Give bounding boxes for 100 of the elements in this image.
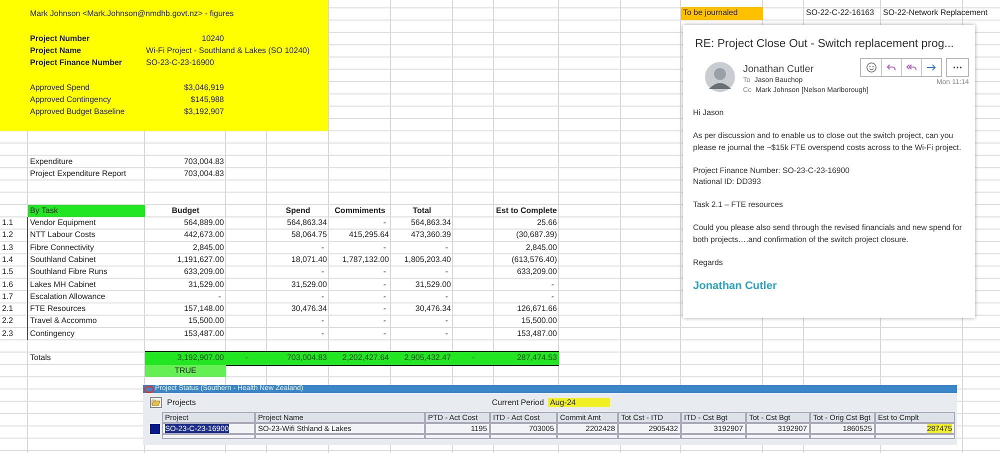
row-number: 1.3 <box>0 242 28 254</box>
current-record-marker[interactable] <box>150 424 160 434</box>
table-cell-text: (30,687.39) <box>515 229 558 242</box>
table-cell-text: - <box>320 315 325 328</box>
field-label: Project Name <box>29 44 82 57</box>
table-cell-text: - <box>550 290 555 303</box>
table-cell-text: - <box>444 315 449 328</box>
check-cell: TRUE <box>145 364 226 377</box>
table-cell-text: Fibre Connectivity <box>29 242 96 254</box>
table-cell-text: 442,673.00 <box>182 229 225 242</box>
table-cell-text: FTE Resources <box>29 303 87 316</box>
table-cell-text: Southland Cabinet <box>29 254 97 266</box>
table-cell-text: - <box>320 290 325 303</box>
column-header: Spend <box>284 204 312 217</box>
amount-label: Approved Budget Baseline <box>29 106 126 118</box>
period-label: Current Period <box>492 398 544 407</box>
row-number: 2.3 <box>0 328 28 340</box>
table-cell-text: 2,202,427.64 <box>341 352 390 364</box>
column-header: Total <box>412 204 432 217</box>
table-cell-text: 31,529.00 <box>187 278 225 291</box>
field-label: Project Finance Number <box>29 57 124 70</box>
table-cell-text: - <box>244 352 249 364</box>
table-cell-text: 703,004.83 <box>286 352 328 364</box>
table-cell-text: 703,004.83 <box>182 156 225 168</box>
table-cell-text: Contingency <box>29 328 76 340</box>
table-cell-text: Travel & Accommo <box>29 315 98 328</box>
table-cell-text: - <box>444 242 449 254</box>
table-cell-text: 153,487.00 <box>182 328 225 340</box>
table-cell-text: SO-22-Network Replacement <box>882 7 988 20</box>
table-cell-text: - <box>382 303 387 316</box>
table-cell-text: - <box>444 328 449 340</box>
amount-value: $145,988 <box>190 94 225 106</box>
forward-icon <box>926 62 937 73</box>
table-cell-text: 31,529.00 <box>414 278 452 291</box>
table-cell-text: - <box>320 328 325 340</box>
column-header: Est to Complete <box>495 204 558 217</box>
table-cell-text: 633,209.00 <box>516 266 558 278</box>
amount-value: $3,046,919 <box>182 82 225 94</box>
table-cell-text: SO-22-C-22-16163 <box>805 7 876 20</box>
reply-all-icon <box>906 62 917 73</box>
header-title: Mark Johnson <Mark.Johnson@nmdhb.govt.nz> - figures <box>29 8 235 20</box>
table-cell-text: - <box>382 242 387 254</box>
table-cell-text: 564,889.00 <box>182 217 225 230</box>
table-cell-text: 415,295.64 <box>348 229 390 242</box>
table-cell-text: - <box>382 328 387 340</box>
table-cell-text: 31,529.00 <box>290 278 328 291</box>
avatar-icon <box>705 62 735 92</box>
table-cell-text: - <box>382 290 387 303</box>
field-label: Project Number <box>29 32 91 45</box>
field-value: Wi-Fi Project - Southland & Lakes (SO 10240) <box>145 44 311 57</box>
table-cell-text: - <box>471 352 476 364</box>
row-number: 2.2 <box>0 315 28 328</box>
table-cell-text: 30,476.34 <box>414 303 452 316</box>
table-cell-text: 157,148.00 <box>182 303 225 316</box>
table-cell-text: - <box>217 290 222 303</box>
row-label: Expenditure <box>29 156 74 168</box>
field-value: SO-23-C-23-16900 <box>145 57 216 70</box>
table-cell-text: 2,845.00 <box>192 242 225 254</box>
column-header: By Task <box>28 204 145 218</box>
row-label: Totals <box>29 352 52 364</box>
table-cell-text: Lakes MH Cabinet <box>29 278 97 291</box>
table-cell-text: 3,192,907.00 <box>176 352 225 364</box>
table-cell-text: - <box>444 266 449 278</box>
email-subject: RE: Project Close Out - Switch replacement prog... <box>694 37 955 50</box>
sender-name: Jonathan Cutler <box>743 64 815 76</box>
table-cell-text: 30,476.34 <box>290 303 328 316</box>
column-header: Commiments <box>334 204 386 217</box>
table-cell-text: 126,671.66 <box>516 303 558 316</box>
table-cell-text: - <box>320 266 325 278</box>
table-cell-text: - <box>320 242 325 254</box>
table-cell-text: 25.66 <box>536 217 558 230</box>
table-cell-text: 15,500.00 <box>520 315 558 328</box>
table-cell-text: 473,360.39 <box>410 229 452 242</box>
table-cell-text: 58,064.75 <box>290 229 328 242</box>
column-header: Budget <box>170 204 200 217</box>
table-cell-text: (613,576.40) <box>510 254 558 266</box>
reply-icon <box>886 62 897 73</box>
table-cell-text: - <box>550 278 555 291</box>
status-cell: To be journaled <box>681 7 763 20</box>
section-label: Projects <box>167 398 196 407</box>
table-cell-text: Vendor Equipment <box>29 217 97 230</box>
table-cell-text: - <box>382 266 387 278</box>
row-number: 2.1 <box>0 303 28 316</box>
row-label: Project Expenditure Report <box>29 168 128 180</box>
row-number: 1.5 <box>0 266 28 279</box>
table-cell-text: - <box>444 290 449 303</box>
amount-label: Approved Contingency <box>29 94 112 106</box>
table-cell-text: Escalation Allowance <box>29 290 106 303</box>
row-number: 1.1 <box>0 217 28 230</box>
table-cell-text: Southland Fibre Runs <box>29 266 108 278</box>
period-field[interactable]: Aug-24 <box>548 398 610 407</box>
table-cell-text: 703,004.83 <box>182 168 225 180</box>
table-cell-text: 2,905,432.47 <box>403 352 452 364</box>
folder-icon[interactable] <box>150 397 162 408</box>
table-cell-text: NTT Labour Costs <box>29 229 96 242</box>
amount-label: Approved Spend <box>29 82 91 94</box>
table-cell-text: 2,845.00 <box>524 242 558 254</box>
table-cell-text: - <box>382 315 387 328</box>
field-value: 10240 <box>200 32 225 45</box>
table-cell-text: 153,487.00 <box>516 328 558 340</box>
